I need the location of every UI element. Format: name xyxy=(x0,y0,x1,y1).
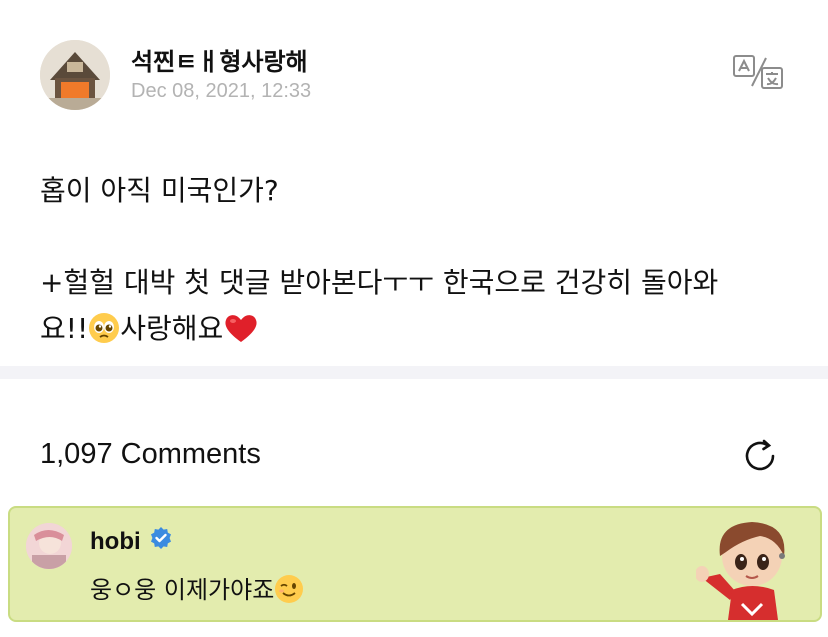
post-body-line: +헐헐 대박 첫 댓글 받아본다ㅜㅜ 한국으로 건강히 돌아와 xyxy=(40,266,719,299)
comments-count: 1,097 Comments xyxy=(40,438,261,470)
pleading-face-emoji xyxy=(88,312,120,358)
character-sticker xyxy=(695,512,808,620)
post-body-line: 홉이 아직 미국인가? xyxy=(40,174,279,207)
translate-icon[interactable] xyxy=(732,52,784,92)
comment-text: 웅ㅇ웅 이제가야죠 xyxy=(90,576,275,604)
post-body-text: 사랑해요 xyxy=(120,312,224,345)
red-heart-emoji xyxy=(223,312,259,358)
author-avatar[interactable] xyxy=(40,40,110,110)
winking-face-emoji xyxy=(274,574,304,610)
comment-author-name[interactable]: hobi xyxy=(90,528,141,556)
author-name[interactable]: 석찐ㅌㅐ형사랑해 xyxy=(131,42,308,77)
section-divider xyxy=(0,366,828,379)
highlighted-comment[interactable]: hobi 웅ㅇ웅 이제가야죠 xyxy=(8,506,822,622)
refresh-icon[interactable] xyxy=(740,436,780,476)
post-body-line: 요!! 사랑해요 xyxy=(40,306,800,358)
post-date: Dec 08, 2021, 12:33 xyxy=(131,80,312,102)
verified-badge-icon xyxy=(149,526,173,557)
post-body: 홉이 아직 미국인가? +헐헐 대박 첫 댓글 받아본다ㅜㅜ 한국으로 건강히 … xyxy=(40,168,800,358)
comment-author-avatar[interactable] xyxy=(26,523,72,569)
comment-text-row: 웅ㅇ웅 이제가야죠 xyxy=(90,570,304,610)
comment-author[interactable]: hobi xyxy=(90,526,173,557)
comments-header: 1,097 Comments xyxy=(40,430,800,486)
post-body-text: 요!! xyxy=(40,312,89,345)
post-header: 석찐ㅌㅐ형사랑해 Dec 08, 2021, 12:33 xyxy=(40,40,800,112)
